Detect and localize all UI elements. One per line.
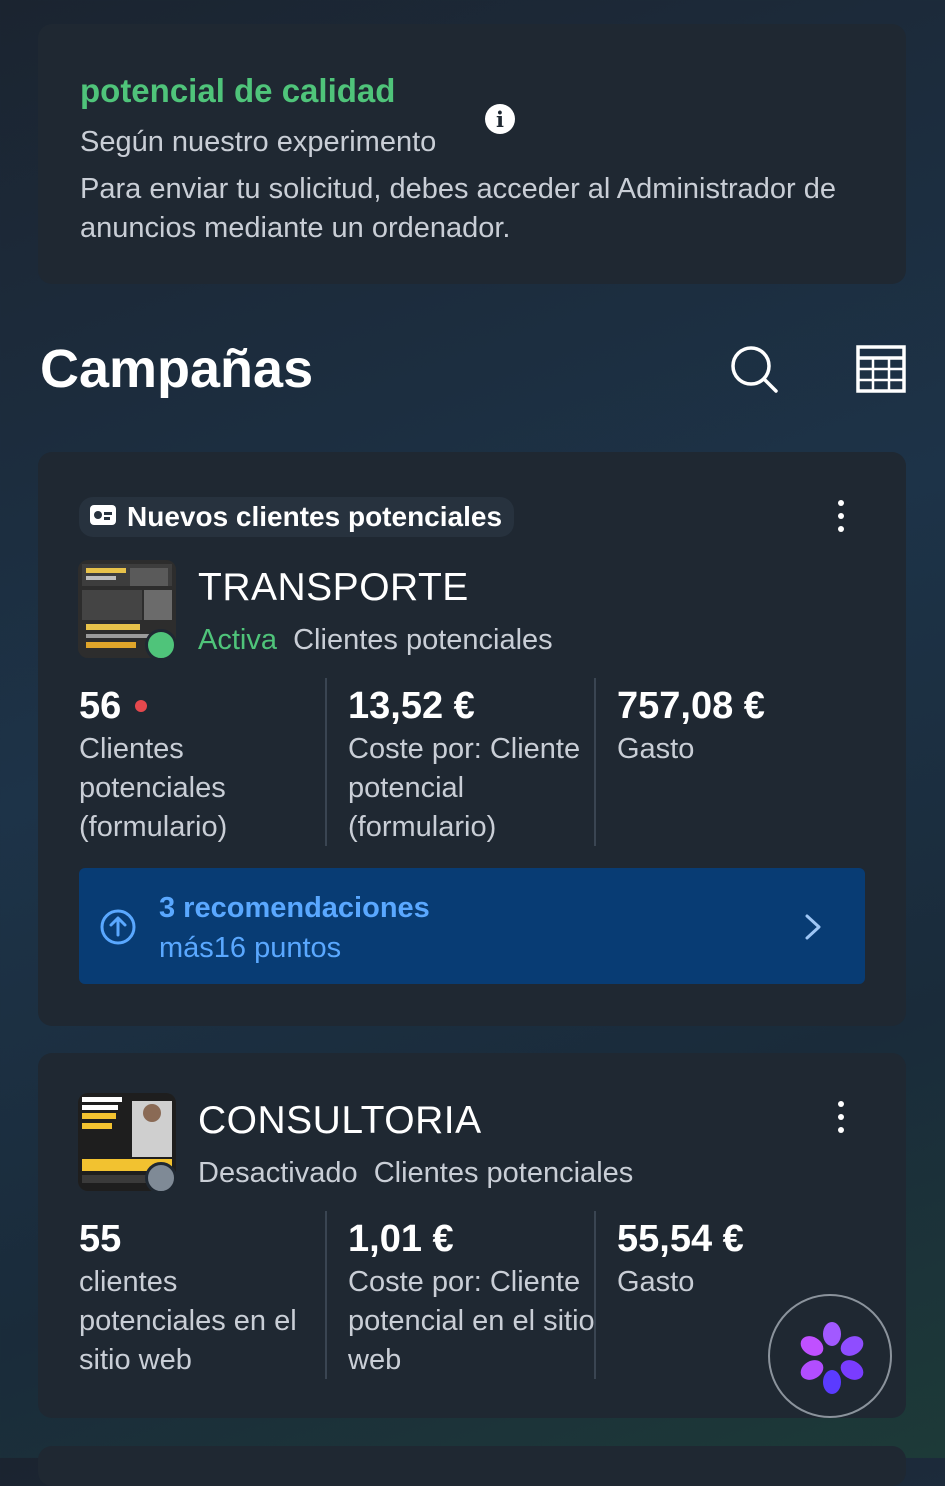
metric-label: Coste por: Cliente potencial (formulario… (348, 733, 581, 843)
table-view-icon[interactable] (856, 345, 908, 395)
metric-value: 1,01 € (348, 1218, 454, 1260)
campaign-card-partial[interactable] (38, 1446, 906, 1486)
metric-label: clientes potenciales en el sitio web (79, 1266, 297, 1376)
quality-subtitle: Según nuestro experimento (80, 126, 437, 158)
campaign-status: Activa (198, 624, 277, 656)
recommendations-subtitle: más16 puntos (159, 932, 342, 964)
alert-dot (135, 700, 148, 712)
divider (325, 1211, 327, 1379)
metric-value: 13,52 € (348, 685, 475, 727)
quality-body: Para enviar tu solicitud, debes acceder … (80, 173, 837, 244)
objective-chip: Nuevos clientes potenciales (79, 497, 515, 537)
metric-value: 55,54 € (617, 1218, 744, 1260)
chevron-right-icon (801, 912, 825, 942)
page-title: Campañas (40, 339, 314, 399)
metric-value: 56 (79, 685, 122, 727)
campaign-name: CONSULTORIA (198, 1099, 482, 1142)
campaign-result-type: Clientes potenciales (373, 1157, 634, 1189)
metric-cost-per-result: 1,01 € Coste por: Cliente potencial en e… (348, 1217, 598, 1380)
campaign-result-type: Clientes potenciales (293, 624, 553, 656)
recommendations-banner[interactable]: 3 recomendaciones más16 puntos (79, 868, 865, 984)
metric-label: Coste por: Cliente potencial en el sitio… (348, 1266, 595, 1376)
metric-results: 55 clientes potenciales en el sitio web (79, 1217, 314, 1380)
metric-value: 55 (79, 1218, 122, 1260)
search-icon[interactable] (728, 343, 780, 395)
quality-title: potencial de calidad (80, 72, 396, 109)
lead-form-icon (89, 504, 117, 531)
objective-label: Nuevos clientes potenciales (127, 501, 503, 532)
metric-spend: 55,54 € Gasto (617, 1217, 777, 1302)
metric-label: Gasto (617, 1266, 695, 1298)
ai-assistant-button[interactable] (768, 1294, 892, 1418)
campaign-card-transporte[interactable]: Nuevos clientes potenciales TRANSPORTE A… (38, 452, 906, 1026)
sparkle-flower-icon (800, 1322, 864, 1394)
more-options-icon[interactable] (829, 1097, 853, 1137)
campaign-status-line: Desactivado Clientes potenciales (198, 1157, 633, 1190)
metric-results: 56 Clientes potenciales (formulario) (79, 684, 319, 847)
divider (594, 678, 596, 846)
status-indicator (145, 629, 177, 661)
campaign-status-line: Activa Clientes potenciales (198, 624, 553, 657)
metric-cost-per-result: 13,52 € Coste por: Cliente potencial (fo… (348, 684, 598, 847)
metric-value: 757,08 € (617, 685, 765, 727)
metric-label: Clientes potenciales (formulario) (79, 733, 228, 843)
divider (594, 1211, 596, 1379)
metric-label: Gasto (617, 733, 695, 765)
status-indicator (145, 1162, 177, 1194)
divider (325, 678, 327, 846)
info-icon[interactable]: i (485, 104, 515, 134)
metric-spend: 757,08 € Gasto (617, 684, 857, 769)
recommendations-title: 3 recomendaciones (159, 892, 430, 924)
campaign-name: TRANSPORTE (198, 566, 469, 609)
score-up-icon (99, 908, 137, 946)
quality-potential-card: potencial de calidad Según nuestro exper… (38, 24, 906, 284)
more-options-icon[interactable] (829, 496, 853, 536)
campaign-status: Desactivado (198, 1157, 358, 1189)
